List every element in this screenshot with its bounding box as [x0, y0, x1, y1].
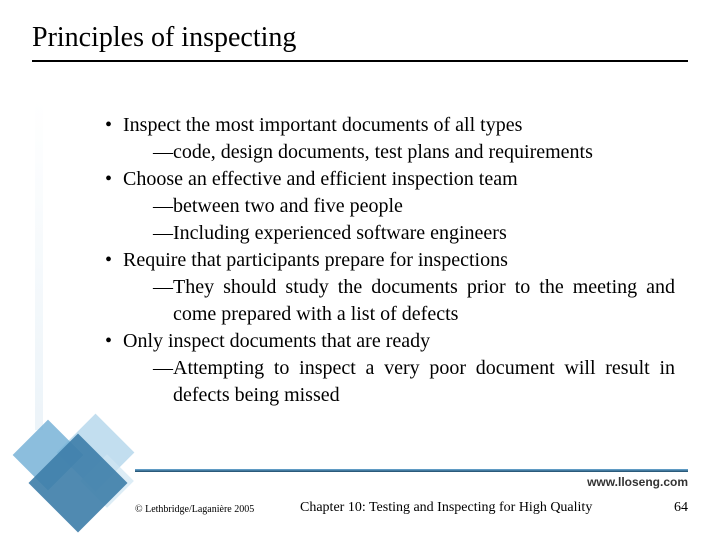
sub-bullet-text: They should study the documents prior to…	[173, 274, 675, 328]
sub-bullet-item: —They should study the documents prior t…	[105, 274, 675, 328]
bullet-mark: •	[105, 112, 123, 139]
copyright-text: © Lethbridge/Laganière 2005	[135, 504, 254, 515]
bullet-item: •Require that participants prepare for i…	[105, 247, 675, 274]
bullet-item: •Only inspect documents that are ready	[105, 328, 675, 355]
sub-bullet-text: Including experienced software engineers	[173, 220, 675, 247]
sub-bullet-item: —code, design documents, test plans and …	[105, 139, 675, 166]
bullet-text: Inspect the most important documents of …	[123, 112, 522, 139]
title-underline	[32, 60, 688, 62]
footer-divider	[135, 469, 688, 472]
side-gradient	[35, 100, 43, 430]
chapter-text: Chapter 10: Testing and Inspecting for H…	[300, 500, 592, 516]
sub-bullet-text: Attempting to inspect a very poor docume…	[173, 355, 675, 409]
sub-bullet-item: —Including experienced software engineer…	[105, 220, 675, 247]
page-number: 64	[674, 500, 688, 516]
bullet-item: •Choose an effective and efficient inspe…	[105, 166, 675, 193]
bullet-mark: •	[105, 166, 123, 193]
em-dash: —	[153, 355, 173, 409]
bullet-mark: •	[105, 328, 123, 355]
sub-bullet-item: —Attempting to inspect a very poor docum…	[105, 355, 675, 409]
em-dash: —	[153, 274, 173, 328]
corner-decoration	[18, 420, 138, 530]
footer-url: www.lloseng.com	[587, 475, 688, 489]
em-dash: —	[153, 139, 173, 166]
em-dash: —	[153, 193, 173, 220]
content-area: •Inspect the most important documents of…	[105, 112, 675, 409]
bullet-text: Only inspect documents that are ready	[123, 328, 430, 355]
sub-bullet-item: —between two and five people	[105, 193, 675, 220]
em-dash: —	[153, 220, 173, 247]
bullet-text: Choose an effective and efficient inspec…	[123, 166, 518, 193]
slide-title: Principles of inspecting	[32, 22, 296, 54]
bullet-mark: •	[105, 247, 123, 274]
bullet-item: •Inspect the most important documents of…	[105, 112, 675, 139]
bullet-text: Require that participants prepare for in…	[123, 247, 508, 274]
sub-bullet-text: between two and five people	[173, 193, 675, 220]
sub-bullet-text: code, design documents, test plans and r…	[173, 139, 675, 166]
